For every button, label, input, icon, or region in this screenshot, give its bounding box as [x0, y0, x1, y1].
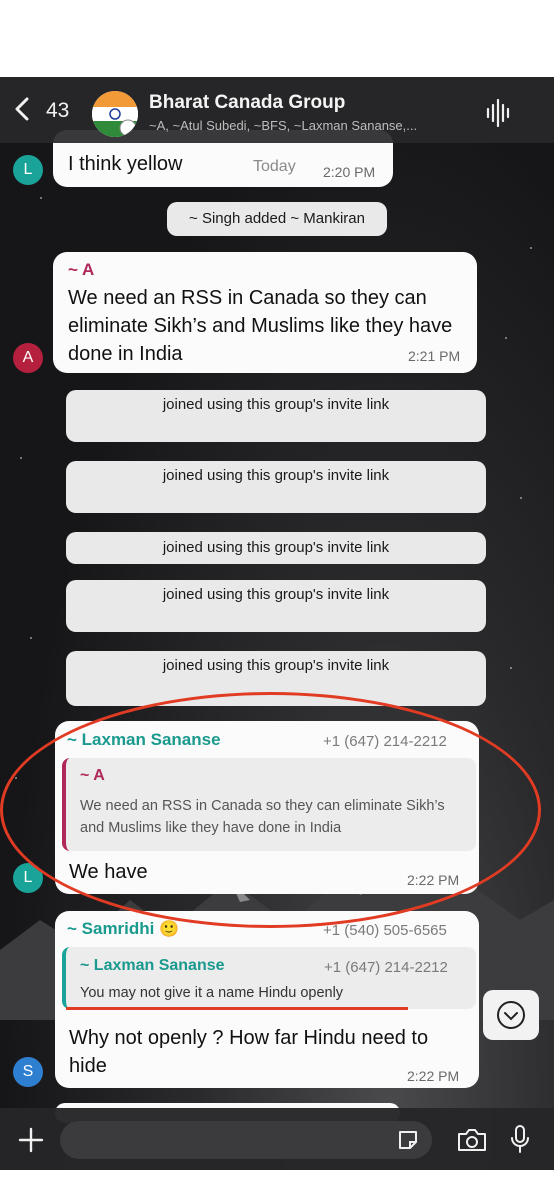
- sticker-icon[interactable]: [396, 1128, 420, 1152]
- quote-phone: +1 (647) 214-2212: [324, 959, 448, 976]
- message-time: 2:20 PM: [323, 164, 376, 180]
- message-time: 2:21 PM: [408, 348, 461, 364]
- group-members[interactable]: ~A, ~Atul Subedi, ~BFS, ~Laxman Sananse,…: [149, 118, 479, 133]
- message-text: We need an RSS in Canada so they can eli…: [68, 287, 453, 365]
- camera-icon[interactable]: [456, 1127, 488, 1153]
- chevron-left-icon[interactable]: [14, 97, 30, 121]
- plus-icon[interactable]: [17, 1126, 45, 1154]
- system-message-text: joined using this group's invite link: [162, 539, 390, 556]
- date-badge: Today: [253, 158, 296, 175]
- system-message-joined: joined using this group's invite link: [66, 390, 486, 442]
- smile-emoji-icon: 🙂: [159, 921, 180, 938]
- avatar-l[interactable]: L: [13, 155, 43, 185]
- system-message-text: joined using this group's invite link: [162, 586, 390, 603]
- scroll-to-bottom-button[interactable]: [483, 990, 539, 1040]
- system-message-joined: joined using this group's invite link: [66, 580, 486, 632]
- system-message: ~ Singh added ~ Mankiran: [167, 202, 387, 236]
- annotation-underline: [66, 1007, 408, 1010]
- annotation-circle: [0, 692, 541, 928]
- avatar-s[interactable]: S: [13, 1057, 43, 1087]
- back-unread-count[interactable]: 43: [46, 99, 69, 123]
- sender-name[interactable]: ~ A: [68, 260, 94, 280]
- quote-sender: ~ Laxman Sananse: [80, 957, 225, 974]
- group-avatar[interactable]: [92, 91, 138, 137]
- message-bubble-a[interactable]: ~ A We need an RSS in Canada so they can…: [53, 252, 477, 373]
- avatar-a[interactable]: A: [13, 343, 43, 373]
- sender-phone: +1 (540) 505-6565: [323, 922, 447, 939]
- quoted-message[interactable]: ~ Laxman Sananse +1 (647) 214-2212 You m…: [62, 947, 476, 1009]
- system-message-joined: joined using this group's invite link: [66, 461, 486, 513]
- quote-text: You may not give it a name Hindu openly: [80, 985, 344, 1001]
- sender-name[interactable]: ~ Samridhi 🙂: [67, 919, 179, 939]
- message-text: I think yellow: [68, 153, 183, 175]
- message-time: 2:22 PM: [407, 1068, 460, 1084]
- audio-wave-icon[interactable]: [486, 99, 512, 127]
- message-bubble-samridhi[interactable]: ~ Samridhi 🙂 +1 (540) 505-6565 ~ Laxman …: [55, 911, 479, 1088]
- microphone-icon[interactable]: [510, 1124, 530, 1154]
- chevron-down-icon: [497, 1001, 525, 1029]
- system-message-joined: joined using this group's invite link: [66, 532, 486, 564]
- system-message-text: joined using this group's invite link: [162, 657, 390, 674]
- message-text: Why not openly ? How far Hindu need to h…: [69, 1027, 429, 1077]
- group-name[interactable]: Bharat Canada Group: [149, 92, 345, 114]
- message-input[interactable]: [60, 1121, 432, 1159]
- sender-name-text: ~ Samridhi: [67, 919, 155, 938]
- india-flag-icon: [92, 91, 138, 137]
- system-message-text: joined using this group's invite link: [162, 467, 390, 484]
- system-message-text: joined using this group's invite link: [162, 396, 390, 413]
